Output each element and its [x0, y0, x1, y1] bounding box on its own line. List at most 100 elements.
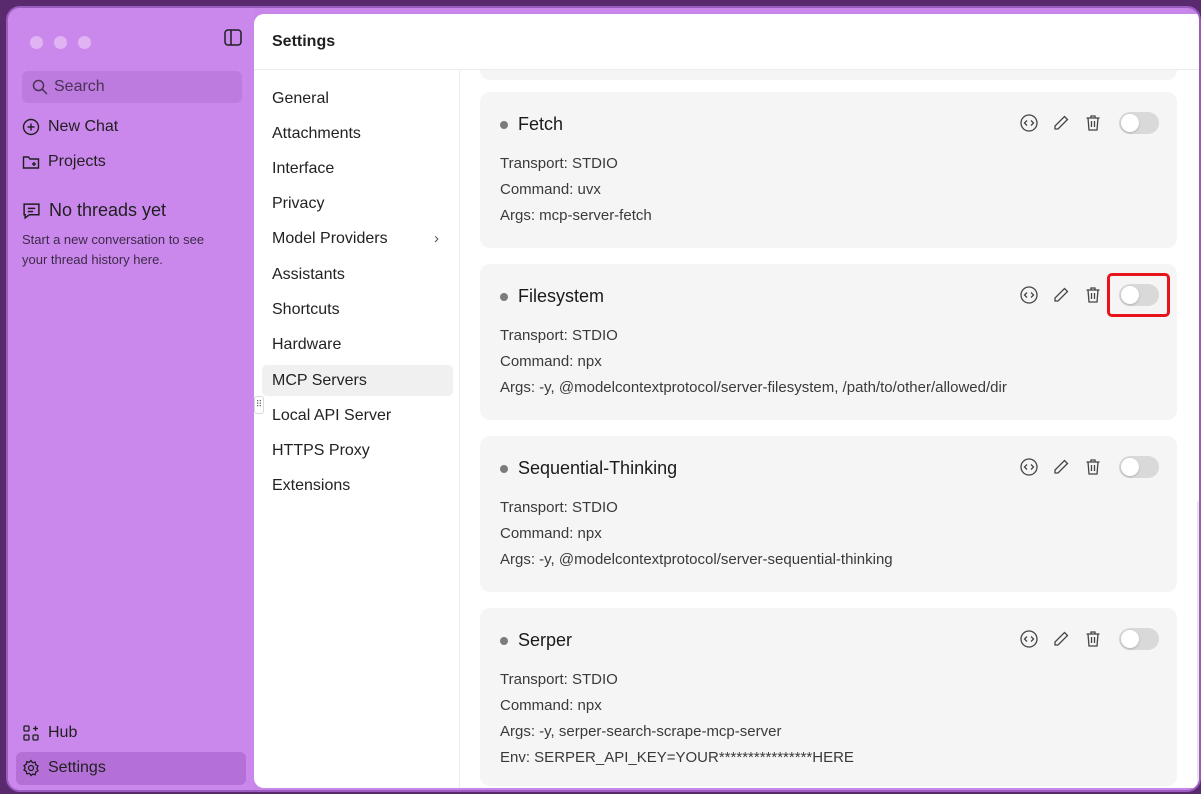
folder-plus-icon — [22, 156, 40, 169]
settings-nav-local-api-server[interactable]: Local API Server — [262, 400, 453, 431]
server-name: Filesystem — [518, 286, 605, 306]
settings-nav-general[interactable]: General — [262, 83, 453, 114]
server-card-fetch: Fetch Transport: STDIO Command: uvx Args… — [480, 92, 1177, 248]
enable-toggle[interactable] — [1119, 112, 1159, 134]
settings-nav-privacy[interactable]: Privacy — [262, 188, 453, 219]
no-threads-heading: No threads yet — [22, 200, 166, 221]
args-text: Args: -y, serper-search-scrape-mcp-serve… — [500, 723, 782, 740]
toggle-knob — [1121, 114, 1139, 132]
search-input[interactable]: Search — [22, 71, 242, 103]
server-card-serper: Serper Transport: STDIO Command: npx Arg… — [480, 608, 1177, 786]
code-icon[interactable] — [1019, 457, 1039, 477]
transport-text: Transport: STDIO — [500, 155, 618, 172]
settings-nav-hardware[interactable]: Hardware — [262, 329, 453, 360]
command-text: Command: uvx — [500, 181, 601, 198]
new-chat-button[interactable]: New Chat — [22, 118, 118, 136]
command-text: Command: npx — [500, 697, 602, 714]
no-threads-subtitle: Start a new conversation to see your thr… — [22, 232, 205, 267]
minimize-window-button[interactable] — [54, 36, 67, 49]
server-card-filesystem: Filesystem Transport: STDIO Command: npx… — [480, 264, 1177, 420]
chevron-right-icon: › — [434, 230, 439, 247]
settings-nav-attachments[interactable]: Attachments — [262, 118, 453, 149]
settings-nav-label: Extensions — [272, 476, 351, 494]
hub-label: Hub — [48, 724, 78, 741]
args-text: Args: -y, @modelcontextprotocol/server-s… — [500, 551, 893, 568]
settings-nav-assistants[interactable]: Assistants — [262, 259, 453, 290]
transport-text: Transport: STDIO — [500, 671, 618, 688]
settings-nav-label: Assistants — [272, 265, 345, 283]
search-icon — [32, 79, 48, 95]
message-icon — [23, 203, 40, 220]
code-icon[interactable] — [1019, 629, 1039, 649]
settings-nav-mcp-servers[interactable]: MCP Servers — [262, 365, 453, 396]
gear-icon — [23, 759, 39, 777]
app-window: Search New Chat Projects No threads yet … — [6, 6, 1201, 792]
trash-icon[interactable] — [1083, 113, 1103, 133]
edit-icon[interactable] — [1051, 629, 1071, 649]
status-dot — [500, 120, 508, 129]
status-dot — [500, 464, 508, 473]
enable-toggle[interactable] — [1119, 456, 1159, 478]
transport-text: Transport: STDIO — [500, 499, 618, 516]
enable-toggle[interactable] — [1119, 628, 1159, 650]
settings-nav-model-providers[interactable]: Model Providers › — [262, 223, 453, 254]
settings-nav-label: Model Providers — [272, 229, 388, 247]
settings-nav-label: HTTPS Proxy — [272, 441, 370, 459]
projects-label: Projects — [48, 153, 106, 170]
settings-button[interactable]: Settings — [22, 759, 106, 777]
sidebar: Search New Chat Projects No threads yet … — [8, 8, 254, 790]
trash-icon[interactable] — [1083, 629, 1103, 649]
toggle-knob — [1121, 458, 1139, 476]
hub-button[interactable]: Hub — [22, 724, 77, 742]
settings-nav-label: Interface — [272, 159, 335, 177]
projects-button[interactable]: Projects — [22, 153, 106, 171]
settings-nav-label: Shortcuts — [272, 300, 340, 318]
env-text: Env: SERPER_API_KEY=YOUR****************… — [500, 749, 854, 766]
server-name: Sequential-Thinking — [518, 458, 678, 478]
settings-nav-label: General — [272, 89, 329, 107]
hub-grid-icon — [23, 725, 39, 741]
settings-nav-interface[interactable]: Interface — [262, 153, 453, 184]
server-card-sequential-thinking: Sequential-Thinking Transport: STDIO Com… — [480, 436, 1177, 592]
settings-nav-https-proxy[interactable]: HTTPS Proxy — [262, 435, 453, 466]
window-controls — [30, 36, 91, 49]
settings-nav-label: MCP Servers — [272, 371, 367, 389]
no-threads-title: No threads yet — [49, 200, 167, 220]
settings-nav-label: Hardware — [272, 335, 342, 353]
settings-panel: Settings General Attachments Interface P… — [254, 14, 1199, 788]
settings-nav-label: Local API Server — [272, 406, 392, 424]
args-text: Args: -y, @modelcontextprotocol/server-f… — [500, 379, 1007, 396]
plus-circle-icon — [22, 118, 40, 136]
previous-card-stub — [480, 70, 1177, 80]
edit-icon[interactable] — [1051, 113, 1071, 133]
args-text: Args: mcp-server-fetch — [500, 207, 652, 224]
maximize-window-button[interactable] — [78, 36, 91, 49]
close-window-button[interactable] — [30, 36, 43, 49]
settings-nav-shortcuts[interactable]: Shortcuts — [262, 294, 453, 325]
edit-icon[interactable] — [1051, 285, 1071, 305]
server-name: Fetch — [518, 114, 564, 134]
trash-icon[interactable] — [1083, 285, 1103, 305]
sidebar-toggle-icon[interactable] — [224, 29, 242, 46]
settings-nav-label: Attachments — [272, 124, 361, 142]
highlight-box — [1107, 273, 1170, 317]
search-placeholder: Search — [54, 78, 105, 95]
settings-nav-label: Privacy — [272, 194, 325, 212]
trash-icon[interactable] — [1083, 457, 1103, 477]
status-dot — [500, 292, 508, 301]
command-text: Command: npx — [500, 353, 602, 370]
code-icon[interactable] — [1019, 285, 1039, 305]
page-title: Settings — [254, 14, 1199, 70]
toggle-knob — [1121, 630, 1139, 648]
edit-icon[interactable] — [1051, 457, 1071, 477]
code-icon[interactable] — [1019, 113, 1039, 133]
status-dot — [500, 636, 508, 645]
settings-label: Settings — [48, 759, 106, 776]
settings-nav: General Attachments Interface Privacy Mo… — [254, 70, 460, 788]
new-chat-label: New Chat — [48, 118, 119, 135]
resize-handle[interactable]: ⠿ — [254, 396, 264, 414]
settings-nav-extensions[interactable]: Extensions — [262, 470, 453, 501]
server-name: Serper — [518, 630, 573, 650]
scrollbar[interactable] — [1197, 500, 1199, 788]
transport-text: Transport: STDIO — [500, 327, 618, 344]
